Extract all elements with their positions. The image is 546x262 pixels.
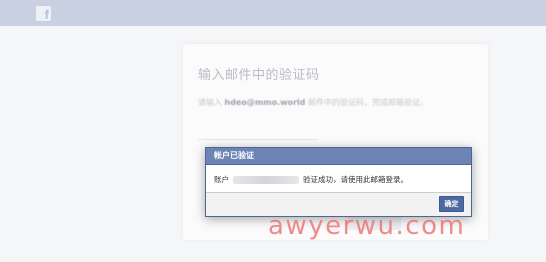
dialog-title: 帐户已验证	[206, 148, 471, 165]
facebook-f-icon[interactable]: f	[36, 6, 51, 21]
instruction-prefix: 请输入	[198, 98, 222, 107]
card-title: 输入邮件中的验证码	[198, 68, 320, 83]
card-instructions: 请输入 hdeo@mmo.world 邮件中的验证码，完成邮箱验证。	[198, 97, 483, 109]
redacted-email	[233, 175, 299, 184]
message-prefix: 账户	[214, 175, 229, 184]
message-suffix: 验证成功，请使用此邮箱登录。	[303, 175, 408, 184]
dialog-message: 账户 验证成功，请使用此邮箱登录。	[206, 165, 471, 190]
instruction-suffix: 邮件中的验证码，完成邮箱验证。	[307, 98, 428, 107]
account-verified-dialog: 帐户已验证 账户 验证成功，请使用此邮箱登录。 确定	[205, 147, 472, 217]
top-navigation-bar: f	[0, 0, 546, 26]
watermark-text: awyerwu.com	[268, 211, 466, 241]
code-input-underline[interactable]	[198, 139, 318, 140]
email-address: hdeo@mmo.world	[224, 98, 306, 107]
